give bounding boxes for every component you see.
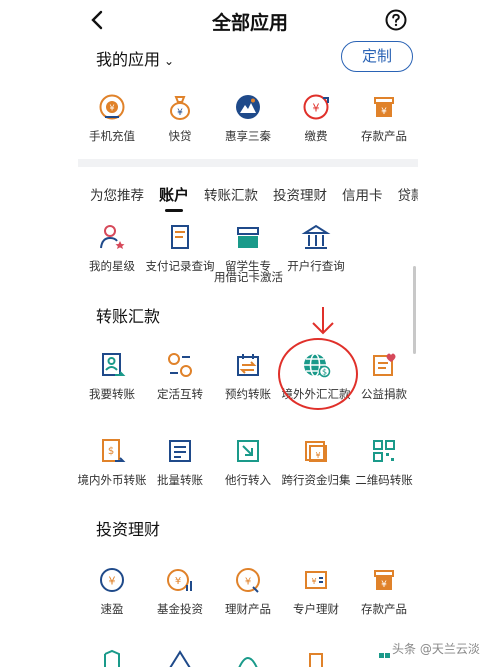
app-fixed-current-swap[interactable]: 定活互转 (146, 350, 214, 410)
help-icon[interactable] (385, 9, 407, 31)
svg-text:¥: ¥ (109, 104, 114, 113)
my-apps-dropdown[interactable]: 我的应用 ⌄ (96, 46, 174, 70)
triangle-icon (169, 650, 191, 667)
foreign-currency-icon: $ (102, 439, 126, 462)
category-tabs: 为您推荐 账户 转账汇款 投资理财 信用卡 贷款 (78, 184, 418, 214)
tab-recommended[interactable]: 为您推荐 (90, 184, 144, 214)
app-payment-records[interactable]: 支付记录查询 (146, 222, 215, 282)
svg-text:$: $ (108, 446, 114, 457)
my-apps-row: ¥ 手机充值 ¥ 快贷 惠享三秦 ¥ 缴费 ¥ 存款产品 (78, 92, 418, 152)
receipt-icon (171, 225, 189, 249)
charity-heart-icon (373, 353, 396, 376)
exchange-coins-icon (168, 353, 192, 377)
invest-section-title: 投资理财 (96, 520, 161, 539)
invest-row-1: ¥ 速盈 ¥ 基金投资 ¥ 理财产品 ¥ 专户理财 ¥ 存款产品 (78, 565, 418, 625)
app-deposit-products[interactable]: ¥ 存款产品 (350, 92, 418, 152)
transfer-person-icon (102, 353, 126, 376)
app-qr-transfer[interactable]: 二维码转账 (350, 436, 418, 496)
watermark: 头条 @天兰云淡 (392, 642, 480, 656)
scrollbar[interactable] (413, 266, 416, 354)
header: 全部应用 (0, 0, 500, 40)
inbound-transfer-icon (237, 440, 259, 462)
section-divider (78, 159, 418, 167)
app-phone-topup[interactable]: ¥ 手机充值 (78, 92, 146, 152)
app-payment[interactable]: ¥ 缴费 (282, 92, 350, 152)
app-label: 存款产品 (361, 602, 407, 616)
wealth-icon: ¥ (236, 568, 260, 593)
transfer-row-2: $ 境内外币转账 批量转账 他行转入 ¥ 跨行资金归集 二维码转账 (78, 436, 418, 496)
annotation-circle (278, 338, 358, 410)
svg-text:¥: ¥ (109, 575, 116, 588)
invest-row-2-partial (78, 648, 418, 667)
app-inbound-transfer[interactable]: 他行转入 (214, 436, 282, 496)
tab-account[interactable]: 账户 (159, 184, 189, 214)
tab-investment[interactable]: 投资理财 (273, 184, 327, 214)
tab-transfer[interactable]: 转账汇款 (204, 184, 258, 214)
collect-funds-icon: ¥ (305, 441, 327, 462)
special-account-icon: ¥ (305, 571, 327, 589)
quick-yield-icon: ¥ (100, 568, 124, 592)
phone-topup-icon: ¥ (99, 94, 125, 120)
dome-icon (238, 657, 258, 667)
app-cross-bank-collection[interactable]: ¥ 跨行资金归集 (282, 436, 351, 496)
card-icon (237, 227, 259, 248)
transfer-row-1: 我要转账 定活互转 预约转账 $ 境外外汇汇款 公益捐款 (78, 350, 418, 410)
svg-text:¥: ¥ (315, 451, 320, 460)
app-deposit-products-2[interactable]: ¥ 存款产品 (350, 565, 418, 625)
deposit-jar-icon: ¥ (374, 570, 394, 590)
app-charity-donation[interactable]: 公益捐款 (350, 350, 418, 410)
app-my-transfer[interactable]: 我要转账 (78, 350, 146, 410)
qr-code-icon (373, 440, 395, 462)
app-my-star[interactable]: 我的星级 (78, 222, 146, 282)
svg-text:¥: ¥ (381, 107, 387, 117)
app-label: 存款产品 (361, 129, 407, 143)
person-star-icon (100, 225, 125, 249)
svg-text:¥: ¥ (381, 580, 387, 590)
app-fund-investment[interactable]: ¥ 基金投资 (146, 565, 214, 625)
svg-text:¥: ¥ (313, 102, 320, 115)
transfer-section-title: 转账汇款 (96, 307, 161, 326)
fund-icon: ¥ (167, 569, 192, 591)
app-branch-lookup[interactable]: 开户行查询 (282, 222, 350, 282)
page-title: 全部应用 (211, 12, 288, 34)
tab-credit-card[interactable]: 信用卡 (342, 184, 383, 214)
payment-icon: ¥ (303, 94, 329, 120)
annotation-arrow-icon (312, 307, 334, 335)
shield-icon (104, 649, 120, 667)
box-icon (309, 653, 323, 667)
app-label: 二维码转账 (355, 473, 413, 487)
app-huixiang-sanqin[interactable]: 惠享三秦 (214, 92, 282, 152)
money-bag-icon: ¥ (170, 96, 190, 120)
app-quick-loan[interactable]: ¥ 快贷 (146, 92, 214, 152)
app-scheduled-transfer[interactable]: 预约转账 (214, 350, 282, 410)
chevron-down-icon: ⌄ (164, 54, 175, 68)
account-row-second-line: 用借记卡激活 (214, 270, 283, 284)
tab-loan[interactable]: 贷款 (398, 184, 418, 214)
app-batch-transfer[interactable]: 批量转账 (146, 436, 214, 496)
app-label: 开户行查询 (287, 259, 345, 273)
app-special-account[interactable]: ¥ 专户理财 (282, 565, 350, 625)
customize-button[interactable]: 定制 (341, 41, 413, 72)
app-wealth-products[interactable]: ¥ 理财产品 (214, 565, 282, 625)
calendar-transfer-icon (237, 354, 259, 376)
svg-text:¥: ¥ (175, 576, 181, 587)
batch-list-icon (169, 440, 191, 462)
my-apps-label: 我的应用 (96, 50, 161, 69)
app-domestic-foreign-transfer[interactable]: $ 境内外币转账 (78, 436, 147, 496)
svg-text:¥: ¥ (177, 108, 183, 118)
deposit-jar-icon: ¥ (374, 97, 394, 117)
svg-text:¥: ¥ (245, 577, 251, 588)
svg-text:¥: ¥ (311, 577, 316, 586)
mountain-badge-icon (236, 95, 260, 119)
app-quick-yield[interactable]: ¥ 速盈 (78, 565, 146, 625)
bank-icon (301, 224, 331, 249)
